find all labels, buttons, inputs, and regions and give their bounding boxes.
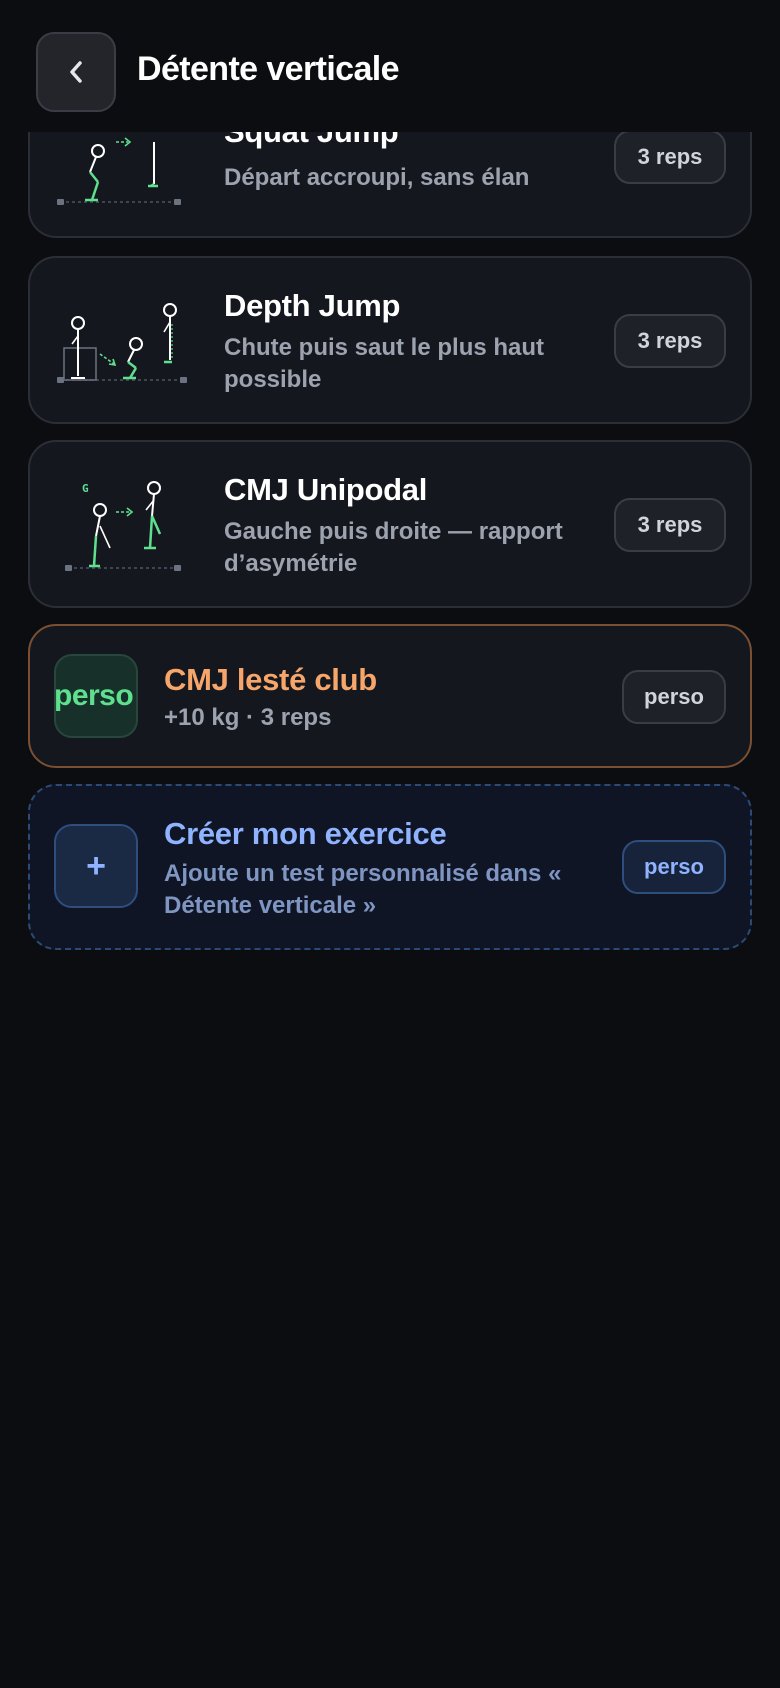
- create-badge: perso: [622, 840, 726, 894]
- exercise-subtitle: Départ accroupi, sans élan: [224, 164, 530, 191]
- exercise-title: Depth Jump: [224, 288, 401, 323]
- plus-icon: +: [54, 824, 138, 908]
- custom-exercise-icon: perso: [54, 654, 138, 738]
- exercise-subtitle: Chute puis saut le plus haut possible: [224, 334, 545, 393]
- cmj-unipodal-figure-icon: G: [65, 481, 181, 571]
- exercise-title: CMJ Unipodal: [224, 472, 428, 507]
- reps-badge: 3 reps: [614, 498, 726, 552]
- custom-exercise-subtitle: +10 kg · 3 reps: [164, 704, 332, 731]
- reps-badge: 3 reps: [614, 130, 726, 184]
- create-exercise-subtitle: Ajoute un test personnalisé dans « Déten…: [164, 860, 562, 919]
- create-exercise-card[interactable]: + Créer mon exercice Ajoute un test pers…: [28, 784, 752, 950]
- exercise-card-depth-jump[interactable]: Depth Jump Chute puis saut le plus haut …: [28, 256, 752, 424]
- app-header: Détente verticale: [0, 0, 780, 132]
- custom-exercise-icon-text: perso: [54, 679, 134, 712]
- depth-jump-figure-icon: [57, 303, 187, 383]
- chevron-left-icon: [70, 61, 82, 83]
- create-exercise-title: Créer mon exercice: [164, 816, 447, 851]
- left-foot-label: G: [82, 482, 89, 495]
- custom-exercise-title: CMJ lesté club: [164, 662, 377, 697]
- page-title: Détente verticale: [137, 50, 400, 88]
- custom-exercise-card[interactable]: perso CMJ lesté club +10 kg · 3 reps per…: [28, 624, 752, 768]
- reps-badge: 3 reps: [614, 314, 726, 368]
- exercise-card-cmj-unipodal[interactable]: G CMJ Unipodal Gauche puis droite — rapp…: [28, 440, 752, 608]
- back-button[interactable]: [36, 32, 116, 112]
- squat-jump-figure-icon: [57, 137, 181, 205]
- custom-badge: perso: [622, 670, 726, 724]
- exercise-subtitle: Gauche puis droite — rapport d’asymétrie: [224, 518, 563, 577]
